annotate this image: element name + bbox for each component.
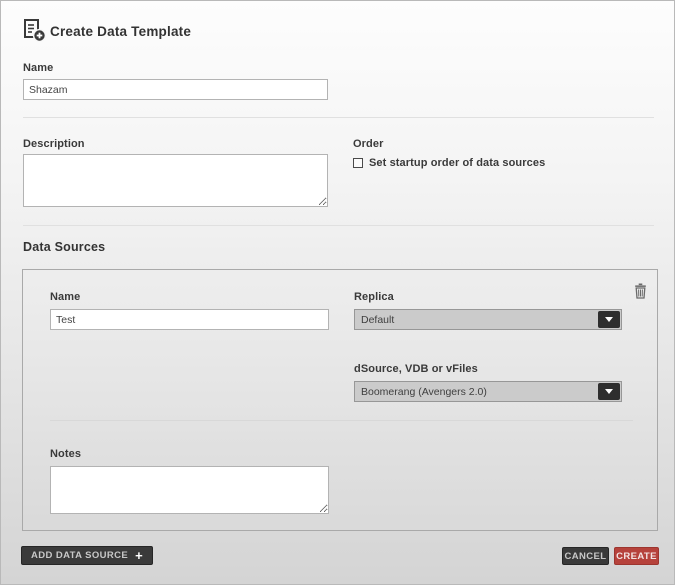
- source-name-label: Name: [50, 291, 80, 303]
- data-sources-heading: Data Sources: [23, 240, 105, 254]
- create-button-label: CREATE: [616, 551, 657, 562]
- startup-order-option: Set startup order of data sources: [353, 157, 545, 169]
- startup-order-checkbox[interactable]: [353, 158, 363, 168]
- notes-label: Notes: [50, 448, 81, 460]
- chevron-down-icon[interactable]: [598, 311, 620, 328]
- cancel-button-label: CANCEL: [565, 551, 607, 562]
- dsource-selected-value: Boomerang (Avengers 2.0): [355, 386, 598, 398]
- add-data-source-label: ADD DATA SOURCE: [31, 550, 128, 561]
- replica-selected-value: Default: [355, 314, 598, 326]
- source-name-input[interactable]: [50, 309, 329, 330]
- create-data-template-dialog: Create Data Template Name Description Or…: [0, 0, 675, 585]
- cancel-button[interactable]: CANCEL: [562, 547, 609, 565]
- chevron-down-icon[interactable]: [598, 383, 620, 400]
- section-divider: [23, 117, 654, 118]
- replica-select[interactable]: Default: [354, 309, 622, 330]
- dsource-select[interactable]: Boomerang (Avengers 2.0): [354, 381, 622, 402]
- create-button[interactable]: CREATE: [614, 547, 659, 565]
- card-divider: [50, 420, 633, 421]
- add-data-source-button[interactable]: ADD DATA SOURCE +: [21, 546, 153, 565]
- description-label: Description: [23, 138, 85, 150]
- data-source-card: Name Replica Default dSource, VDB or vFi…: [22, 269, 658, 531]
- notes-textarea[interactable]: [50, 466, 329, 514]
- startup-order-checkbox-label: Set startup order of data sources: [369, 157, 545, 169]
- section-divider: [23, 225, 654, 226]
- trash-icon[interactable]: [634, 283, 647, 299]
- name-input[interactable]: [23, 79, 328, 100]
- document-add-icon: [21, 17, 47, 43]
- replica-label: Replica: [354, 291, 394, 303]
- plus-icon: +: [135, 549, 143, 562]
- order-label: Order: [353, 138, 383, 150]
- page-title: Create Data Template: [50, 24, 191, 39]
- dsource-label: dSource, VDB or vFiles: [354, 363, 478, 375]
- name-label: Name: [23, 62, 53, 74]
- description-textarea[interactable]: [23, 154, 328, 207]
